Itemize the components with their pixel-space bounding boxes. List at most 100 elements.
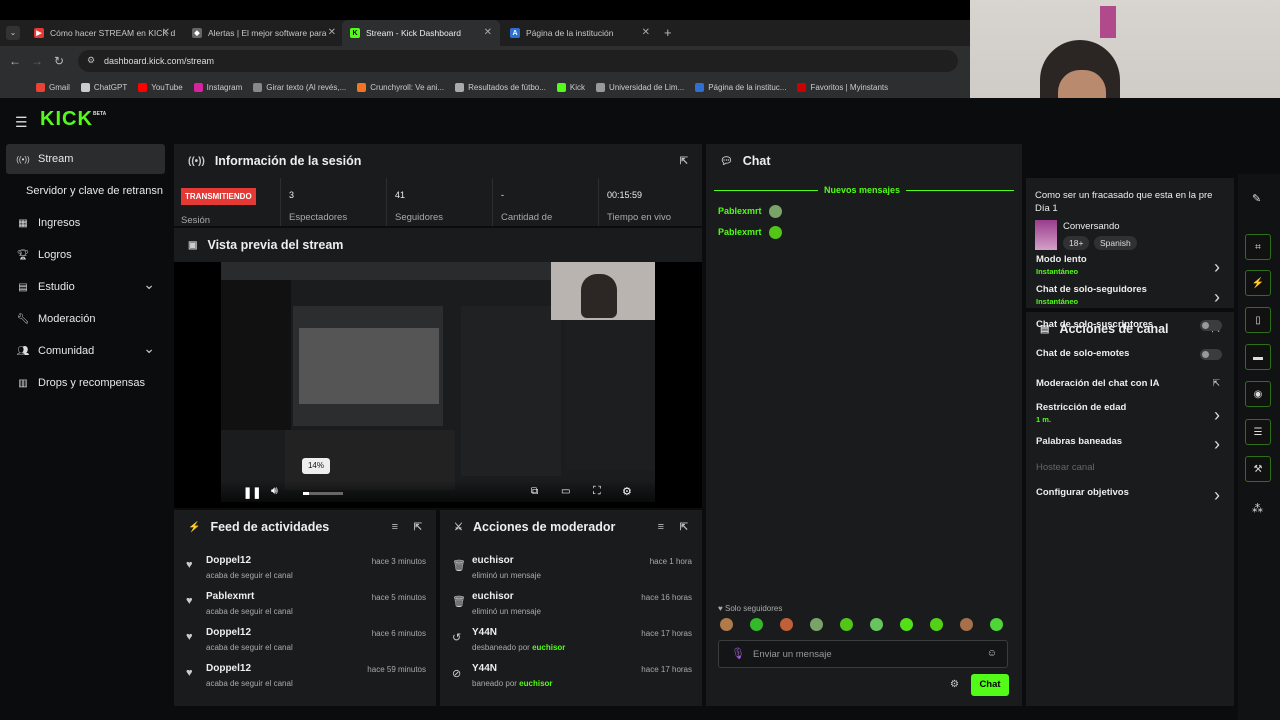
video-player[interactable]: ❚❚ 🔊︎ ⧉ ▭ ⛶ ⚙ 14% [174,262,702,508]
sidebar-item-comunidad[interactable]: 👥︎ Comunidad ⌄ [6,336,165,366]
external-link-icon[interactable]: ⇱ [1212,378,1220,389]
bookmark-item[interactable]: Gmail [36,82,70,92]
mod-target-user[interactable]: euchisor [472,591,514,602]
bookmark-item[interactable]: Kick [556,82,585,92]
volume-icon[interactable]: 🔊︎ [271,485,278,498]
emote-icon[interactable] [840,618,853,631]
channel-action-item[interactable]: Palabras baneadas [1036,436,1226,447]
popout-icon[interactable]: ⇱ [680,156,688,167]
chevron-right-icon[interactable]: › [1214,485,1220,506]
tag-language[interactable]: Spanish [1094,236,1137,250]
tag-age[interactable]: 18+ [1063,236,1090,250]
feed-user[interactable]: Doppel12 [206,627,251,638]
mod-by-user[interactable]: euchisor [519,679,552,688]
channel-action-item[interactable]: Restricción de edad 1 m. [1036,402,1226,424]
channel-action-item[interactable]: Configurar objetivos [1036,487,1226,498]
theater-icon[interactable]: ▭ [561,486,570,497]
tab-kick-dashboard[interactable]: K Stream - Kick Dashboard ✕ [342,20,500,46]
chat-input[interactable]: 🎙︎ Enviar un mensaje ☺ [718,640,1008,668]
sidebar-item-estudio[interactable]: ▤ Estudio ⌄ [6,272,165,302]
channel-action-item[interactable]: Moderación del chat con IA [1036,378,1226,389]
document-icon[interactable]: ▯ [1245,307,1271,333]
close-icon[interactable]: ✕ [162,27,170,38]
emote-icon[interactable] [720,618,733,631]
close-icon[interactable]: ✕ [642,27,650,38]
new-tab-icon[interactable]: + [664,25,672,40]
sidebar-item-servidor[interactable]: Servidor y clave de retransn [6,176,165,206]
chevron-right-icon[interactable]: › [1214,434,1220,455]
emote-icon[interactable] [990,618,1003,631]
sidebar-item-drops[interactable]: ▥ Drops y recompensas [6,368,165,398]
sidebar-item-ingresos[interactable]: ▦ Ingresos [6,208,165,238]
popout-icon[interactable]: ⇱ [680,522,688,533]
toggle-switch[interactable] [1200,320,1222,331]
emote-icon[interactable] [900,618,913,631]
sidebar-item-moderación[interactable]: 🔧︎ Moderación [6,304,165,334]
wrench-icon[interactable]: ⚒ [1245,456,1271,482]
filter-icon[interactable]: ≡ [658,521,664,533]
chevron-right-icon[interactable]: › [1214,405,1220,426]
chevron-down-icon[interactable]: ⌄ [143,340,155,357]
bookmark-item[interactable]: Resultados de fútbo... [455,82,546,92]
mod-target-user[interactable]: Y44N [472,663,497,674]
broadcast-icon[interactable]: ◉ [1245,381,1271,407]
chat-settings-icon[interactable]: ⚙ [950,679,959,690]
bookmark-item[interactable]: Página de la instituc... [695,82,786,92]
edit-icon[interactable]: ✎ [1252,192,1261,205]
mod-target-user[interactable]: Y44N [472,627,497,638]
bookmark-item[interactable]: Universidad de Lim... [596,82,684,92]
chevron-right-icon[interactable]: › [1214,287,1220,308]
chat-message-user[interactable]: Pablexmrt [718,227,762,237]
channel-action-item[interactable]: Chat de solo-emotes [1036,348,1226,359]
bookmark-item[interactable]: Instagram [193,82,242,92]
bookmark-item[interactable]: YouTube [138,82,183,92]
tab-search-icon[interactable]: ⌄ [6,26,20,40]
close-icon[interactable]: ✕ [484,27,492,38]
bookmark-item[interactable]: Favoritos | Myinstants [797,82,888,92]
pip-icon[interactable]: ⧉ [531,486,538,497]
chat-message-user[interactable]: Pablexmrt [718,206,762,216]
sidebar-item-logros[interactable]: 🏆︎ Logros [6,240,165,270]
list-icon[interactable]: ☰ [1245,419,1271,445]
back-icon[interactable]: ← [4,54,26,68]
emote-icon[interactable] [960,618,973,631]
channel-action-item[interactable]: Chat de solo-suscriptores [1036,319,1226,330]
bookmark-item[interactable]: Girar texto (Al revés,... [253,82,346,92]
send-chat-button[interactable]: Chat [971,674,1009,696]
bookmark-item[interactable]: Crunchyroll: Ve ani... [357,82,444,92]
mod-by-user[interactable]: euchisor [532,643,565,652]
channel-action-item[interactable]: Chat de solo-seguidores Instantáneo [1036,284,1226,306]
reload-icon[interactable]: ↻ [48,54,70,68]
chevron-down-icon[interactable]: ⌄ [143,276,155,293]
emote-icon[interactable] [930,618,943,631]
tab-alertas[interactable]: ◆ Alertas | El mejor software para ✕ [184,20,344,46]
fullscreen-icon[interactable]: ⛶ [593,485,601,498]
emote-icon[interactable] [780,618,793,631]
forward-icon[interactable]: → [26,54,48,68]
bookmark-item[interactable]: ChatGPT [80,82,127,92]
chevron-right-icon[interactable]: › [1214,257,1220,278]
mic-icon[interactable]: 🎙︎ [731,647,745,660]
category-name[interactable]: Conversando [1063,221,1120,232]
feed-user[interactable]: Pablexmrt [206,591,254,602]
popout-icon[interactable]: ⇱ [414,522,422,533]
site-info-icon[interactable]: ⚙ [87,55,95,66]
emote-icon[interactable] [750,618,763,631]
pause-icon[interactable]: ❚❚ [243,486,261,499]
tab-youtube[interactable]: ▶ Cómo hacer STREAM en KICK d ✕ [26,20,178,46]
tab-institucion[interactable]: A Página de la institución ✕ [502,20,658,46]
kick-logo[interactable]: KICK [40,108,93,131]
feed-user[interactable]: Doppel12 [206,663,251,674]
mod-target-user[interactable]: euchisor [472,555,514,566]
filter-icon[interactable]: ≡ [392,521,398,533]
chat-icon[interactable]: ▬ [1245,344,1271,370]
channel-action-item[interactable]: Modo lento Instantáneo [1036,254,1226,276]
settings-icon[interactable]: ⚙ [622,485,632,498]
apps-icon[interactable]: ⁂ [1252,502,1263,515]
emote-icon[interactable] [870,618,883,631]
screenshot-icon[interactable]: ⌗ [1245,234,1271,260]
url-input[interactable]: ⚙ dashboard.kick.com/stream [78,50,958,72]
close-icon[interactable]: ✕ [328,27,336,38]
menu-icon[interactable]: ☰ [15,114,28,131]
sidebar-item-stream[interactable]: ((•)) Stream [6,144,165,174]
